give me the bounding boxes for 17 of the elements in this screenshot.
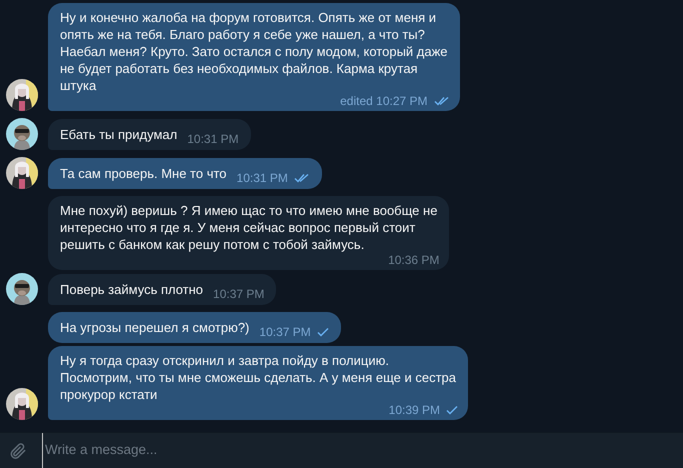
- message-text: Ну и конечно жалоба на форум готовится. Опять же от меня и опять же на тебя. Благо работу я себе уже нашел, а что ты? Наебал меня? Круто. Зато остался с полу модом, который даже не будет работать без необходимых файлов. Карма крутая штука: [60, 9, 448, 94]
- message-input[interactable]: Write a message...: [42, 433, 683, 468]
- message-time: 10:36 PM: [388, 253, 440, 267]
- message-text: Поверь займусь плотно: [60, 281, 204, 298]
- message-time: 10:39 PM: [388, 403, 440, 417]
- message-text: Та сам проверь. Мне то что: [60, 165, 227, 182]
- message-time: 10:37 PM: [213, 287, 264, 301]
- message-time: edited 10:27 PM: [340, 94, 428, 108]
- message-text: Мне похуй) веришь ? Я имею щас то что имею мне вообще не интересно что я где я. У меня сейчас вопрос первый стоит решить с банком как решу потом с тобой займусь.: [60, 202, 438, 253]
- paperclip-icon: [8, 440, 28, 460]
- attach-button[interactable]: [0, 433, 42, 468]
- message-time: 10:31 PM: [187, 132, 239, 146]
- message-text: На угрозы перешел я смотрю?): [60, 319, 250, 336]
- message-time: 10:37 PM: [259, 325, 311, 339]
- message-text: Ебать ты придумал: [60, 126, 178, 143]
- message-time: 10:31 PM: [236, 171, 288, 185]
- message-text: Ну я тогда сразу отскринил и завтра пойду в полицию. Посмотрим, что ты мне сможешь сделать. А у меня еще и сестра прокурор кстати: [60, 352, 456, 403]
